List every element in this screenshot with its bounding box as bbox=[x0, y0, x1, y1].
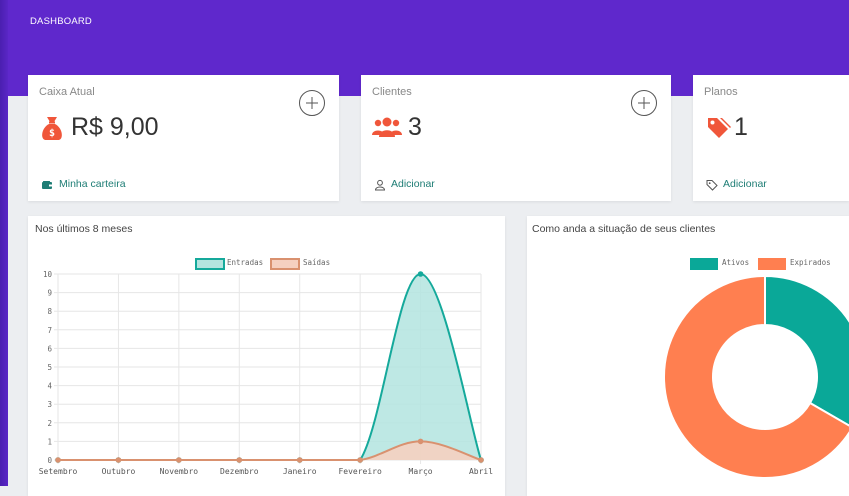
page-title: DASHBOARD bbox=[30, 16, 92, 27]
card-title: Planos bbox=[704, 86, 738, 98]
add-caixa-button[interactable] bbox=[299, 90, 325, 116]
data-point[interactable] bbox=[478, 457, 484, 463]
y-tick-label: 2 bbox=[47, 419, 52, 428]
donut-slice-ativos[interactable] bbox=[764, 274, 849, 428]
planos-value: 1 bbox=[734, 113, 748, 141]
clientes-value: 3 bbox=[408, 113, 422, 141]
donut-chart-card: Como anda a situação de seus clientes At… bbox=[527, 216, 849, 496]
y-tick-label: 10 bbox=[43, 270, 53, 279]
data-point[interactable] bbox=[296, 457, 303, 463]
tags-icon bbox=[708, 118, 731, 138]
tag-icon bbox=[706, 180, 718, 191]
data-point[interactable] bbox=[115, 457, 122, 463]
y-tick-label: 8 bbox=[47, 307, 52, 316]
y-tick-label: 9 bbox=[47, 289, 52, 298]
y-tick-label: 7 bbox=[47, 326, 52, 335]
sidebar-edge bbox=[0, 0, 8, 486]
money-bag-icon: $ bbox=[42, 117, 62, 140]
y-tick-label: 4 bbox=[47, 382, 52, 391]
add-cliente-button[interactable] bbox=[631, 90, 657, 116]
data-point[interactable] bbox=[417, 271, 424, 277]
area-series-saidas-fill bbox=[58, 441, 481, 460]
y-tick-label: 0 bbox=[47, 456, 52, 465]
wallet-icon bbox=[42, 181, 52, 189]
y-tick-label: 6 bbox=[47, 344, 52, 353]
x-tick-label: Dezembro bbox=[220, 467, 259, 476]
adicionar-cliente-link[interactable]: Adicionar bbox=[391, 178, 435, 190]
caixa-value: R$ 9,00 bbox=[71, 113, 159, 141]
clientes-card: Clientes 3 Adicionar bbox=[361, 75, 671, 201]
x-tick-label: Janeiro bbox=[283, 467, 317, 476]
x-tick-label: Março bbox=[409, 467, 433, 476]
adicionar-plano-link[interactable]: Adicionar bbox=[723, 178, 767, 190]
x-tick-label: Outubro bbox=[102, 467, 136, 476]
data-point[interactable] bbox=[357, 457, 363, 463]
data-point[interactable] bbox=[236, 457, 243, 463]
planos-card: Planos 1 Adicionar bbox=[693, 75, 849, 201]
x-tick-label: Novembro bbox=[160, 467, 199, 476]
y-tick-label: 1 bbox=[47, 437, 52, 446]
card-title: Caixa Atual bbox=[39, 86, 95, 98]
caixa-atual-card: Caixa Atual $ R$ 9,00 Minha carteira bbox=[28, 75, 339, 201]
donut-chart bbox=[663, 274, 849, 479]
card-title: Clientes bbox=[372, 86, 412, 98]
x-tick-label: Abril bbox=[469, 467, 493, 476]
area-chart: 0 1 2 3 4 5 6 7 8 9 10 Setembro Outubro Novembro Dezem… bbox=[39, 270, 493, 476]
data-point[interactable] bbox=[176, 457, 182, 463]
x-tick-label: Fevereiro bbox=[338, 467, 382, 476]
y-tick-label: 5 bbox=[47, 363, 52, 372]
minha-carteira-link[interactable]: Minha carteira bbox=[59, 178, 126, 190]
line-chart-card: Nos últimos 8 meses Entradas Saídas 0123… bbox=[28, 216, 505, 496]
svg-text:$: $ bbox=[49, 128, 55, 139]
x-tick-label: Setembro bbox=[39, 467, 78, 476]
user-icon bbox=[374, 179, 386, 191]
data-point[interactable] bbox=[55, 457, 61, 463]
data-point[interactable] bbox=[417, 438, 424, 445]
users-icon bbox=[372, 117, 402, 137]
y-tick-label: 3 bbox=[47, 400, 52, 409]
